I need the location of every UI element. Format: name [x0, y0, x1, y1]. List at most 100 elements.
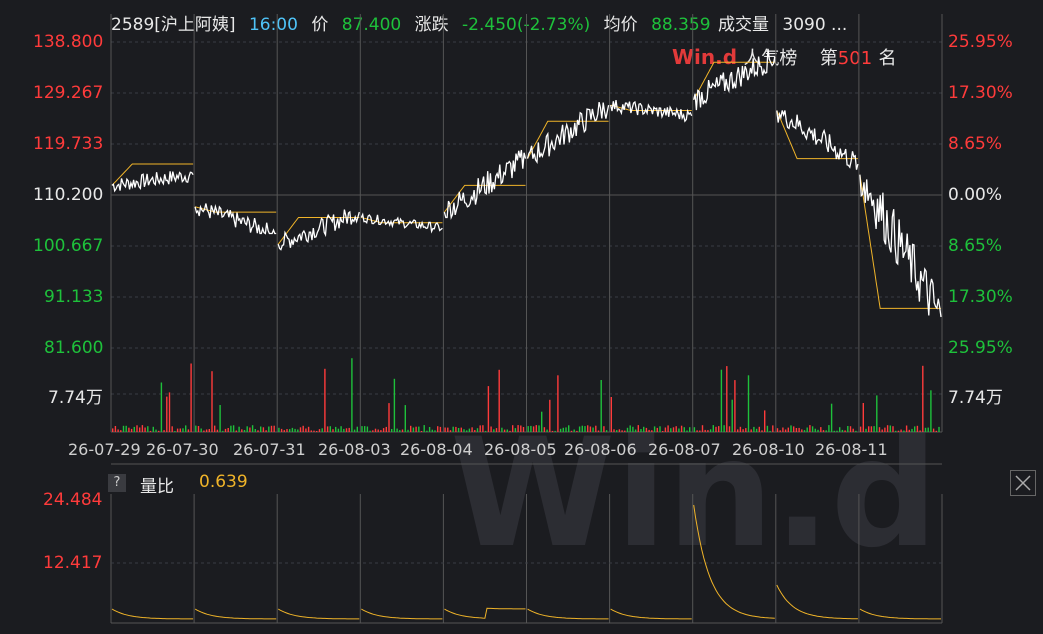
volume-bar	[260, 426, 262, 432]
volume-bar	[814, 428, 816, 432]
volume-bar	[718, 426, 720, 432]
volume-bar	[809, 425, 811, 432]
volume-bar	[495, 428, 498, 432]
volume-bar	[493, 429, 495, 432]
volume-bar	[726, 366, 728, 432]
volume-bar	[696, 430, 698, 432]
volume-ratio-line	[527, 608, 609, 620]
volume-ratio-line	[361, 608, 443, 620]
volume-bar	[452, 426, 454, 432]
volume-bar	[693, 427, 696, 432]
volume-bar	[908, 429, 910, 432]
volume-bar	[852, 428, 854, 432]
volume-bar	[471, 427, 473, 432]
volume-bar	[600, 380, 602, 432]
volume-bar	[410, 425, 412, 432]
volume-bar	[294, 428, 296, 432]
volume-bar	[200, 428, 202, 432]
volume-bar	[393, 378, 396, 432]
volume-ratio-line	[610, 608, 692, 620]
volume-bar	[310, 430, 312, 432]
volume-bar	[868, 426, 870, 432]
volume-bar	[640, 429, 642, 432]
volume-bar	[509, 430, 511, 432]
volume-bar	[712, 425, 714, 432]
volume-bar	[348, 427, 350, 432]
volume-bar	[286, 429, 288, 432]
help-icon[interactable]: ?	[108, 474, 126, 492]
volume-bar	[195, 425, 197, 432]
date-label: 26-08-07	[648, 440, 721, 459]
volume-bar	[343, 428, 345, 432]
volume-bar	[932, 428, 935, 432]
volume-bar	[734, 380, 736, 432]
volume-bar	[930, 390, 932, 432]
volume-bar	[487, 386, 490, 432]
volume-bar	[825, 430, 827, 432]
volume-bar	[332, 429, 334, 432]
volume-bar	[656, 427, 658, 432]
volume-bar	[249, 427, 251, 432]
volume-bar	[280, 428, 283, 432]
volume-bar	[911, 428, 913, 432]
volume-bar	[772, 425, 774, 432]
volume-bar	[747, 375, 750, 432]
volume-ratio-line	[277, 608, 360, 620]
volume-bar	[270, 425, 273, 432]
volume-bar	[418, 426, 420, 432]
volume-bar	[117, 429, 119, 432]
volume-bar	[935, 430, 937, 432]
volume-bar	[133, 426, 135, 432]
close-icon[interactable]	[1010, 470, 1036, 496]
volume-bar	[699, 430, 701, 432]
volume-bar	[817, 429, 819, 432]
volume-bar	[779, 430, 781, 432]
volume-bar	[527, 426, 529, 432]
volume-bar	[476, 428, 479, 432]
volume-ratio-line	[444, 607, 526, 619]
volume-bar	[251, 425, 254, 432]
volume-bar	[541, 411, 543, 432]
volume-bar	[914, 426, 916, 432]
volume-bar	[822, 430, 825, 432]
volume-bar	[174, 431, 176, 432]
volume-bar	[235, 430, 237, 432]
volume-bar	[484, 430, 487, 432]
volume-bar	[728, 426, 731, 432]
volume-bar	[828, 425, 830, 432]
volume-bar	[629, 425, 631, 432]
volume-bar	[811, 426, 814, 432]
price-line	[111, 171, 194, 193]
volume-bar	[166, 396, 168, 432]
volume-bar	[573, 429, 575, 432]
volume-bar	[782, 427, 784, 432]
volume-bar	[439, 426, 442, 432]
volume-bar	[559, 428, 562, 432]
volume-bar	[900, 429, 902, 432]
volume-bar	[839, 427, 841, 432]
date-label: 26-08-04	[400, 440, 473, 459]
volume-bar	[803, 430, 806, 432]
volume-bar	[576, 430, 578, 432]
date-label: 26-07-29	[68, 440, 141, 459]
volume-bar	[798, 427, 800, 432]
volume-bar	[905, 425, 908, 432]
volume-bar	[764, 410, 766, 432]
volume-bar	[892, 426, 894, 432]
volume-bar	[884, 427, 886, 432]
volume-bar	[208, 429, 210, 432]
volume-bar	[179, 428, 181, 432]
volume-bar	[176, 428, 179, 432]
volume-bar	[412, 427, 415, 432]
intraday-chart[interactable]: Win.d	[0, 0, 1043, 634]
volume-bar	[257, 430, 259, 432]
volume-bar	[776, 428, 779, 432]
volume-bar	[337, 428, 340, 432]
volume-bar	[214, 425, 216, 432]
volume-bar	[897, 430, 900, 432]
volume-bar	[243, 430, 246, 432]
volume-bar	[455, 426, 457, 432]
volume-bar	[565, 427, 567, 432]
volume-bar	[345, 428, 348, 432]
volume-bar	[147, 426, 149, 432]
